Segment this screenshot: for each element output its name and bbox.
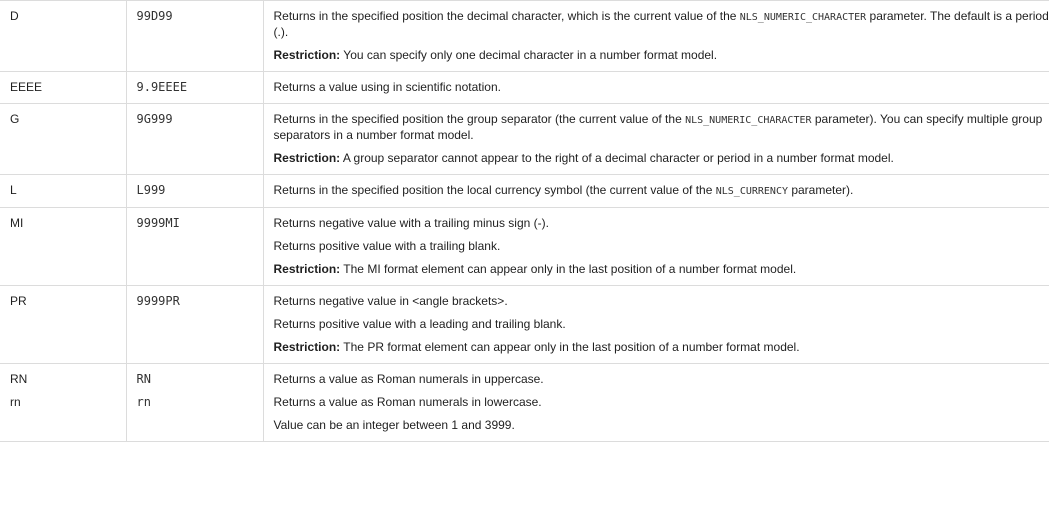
code-term: NLS_CURRENCY xyxy=(715,186,788,197)
table-row: PR 9999PR Returns negative value in <ang… xyxy=(0,285,1049,364)
example-cell: 9999PR xyxy=(125,285,263,364)
format-element-cell: G xyxy=(10,112,20,126)
description-cell: Returns a value using in scientific nota… xyxy=(262,71,1049,104)
format-element-cell: D xyxy=(10,9,19,23)
description-line: Returns negative value with a trailing m… xyxy=(273,216,549,230)
example-value: rn xyxy=(136,395,151,409)
example-cell: 99D99 xyxy=(125,0,263,72)
restriction-note: Restriction: The MI format element can a… xyxy=(273,262,797,276)
description-line: Returns positive value with a leading an… xyxy=(273,317,566,331)
restriction-note: Restriction: You can specify only one de… xyxy=(273,48,718,62)
table-row: RN rn RN rn Returns a value as Roman num… xyxy=(0,363,1049,442)
description-line: Returns in the specified position the lo… xyxy=(273,183,854,197)
description-cell: Returns in the specified position the gr… xyxy=(262,103,1049,175)
table-row: D 99D99 Returns in the specified positio… xyxy=(0,0,1049,72)
code-term: NLS_NUMERIC_CHARACTER xyxy=(685,115,812,126)
table-row: EEEE 9.9EEEE Returns a value using in sc… xyxy=(0,71,1049,104)
restriction-label: Restriction: xyxy=(273,262,341,276)
description-line: Returns a value as Roman numerals in low… xyxy=(273,395,542,409)
description-line: Returns negative value in <angle bracket… xyxy=(273,294,508,308)
example-cell: RN rn xyxy=(125,363,263,442)
description-cell: Returns negative value with a trailing m… xyxy=(262,207,1049,286)
example-cell: 9G999 xyxy=(125,103,263,175)
format-element-cell: EEEE xyxy=(10,80,43,94)
description-line: Returns a value as Roman numerals in upp… xyxy=(273,372,544,386)
format-element-cell: RN rn xyxy=(0,364,126,442)
description-line: Returns in the specified position the gr… xyxy=(273,112,1043,142)
description-line: Returns positive value with a trailing b… xyxy=(273,239,501,253)
restriction-note: Restriction: The PR format element can a… xyxy=(273,340,800,354)
description-line: Returns a value using in scientific nota… xyxy=(273,80,501,94)
description-line: Value can be an integer between 1 and 39… xyxy=(273,418,515,432)
restriction-label: Restriction: xyxy=(273,151,341,165)
format-element: RN xyxy=(10,372,28,386)
example-value: RN xyxy=(136,372,151,386)
format-element-cell: MI xyxy=(10,216,24,230)
format-element-cell: L xyxy=(10,183,17,197)
table-row: MI 9999MI Returns negative value with a … xyxy=(0,207,1049,286)
description-cell: Returns in the specified position the lo… xyxy=(262,174,1049,208)
table-row: G 9G999 Returns in the specified positio… xyxy=(0,103,1049,175)
description-line: Returns in the specified position the de… xyxy=(273,9,1049,39)
restriction-label: Restriction: xyxy=(273,340,341,354)
format-element-table: D 99D99 Returns in the specified positio… xyxy=(0,0,1049,442)
restriction-label: Restriction: xyxy=(273,48,341,62)
format-element: rn xyxy=(10,395,21,409)
code-term: NLS_NUMERIC_CHARACTER xyxy=(739,12,867,23)
example-cell: 9.9EEEE xyxy=(125,71,263,104)
table-row: L L999 Returns in the specified position… xyxy=(0,174,1049,208)
description-cell: Returns in the specified position the de… xyxy=(262,0,1049,72)
example-cell: L999 xyxy=(125,174,263,208)
description-cell: Returns a value as Roman numerals in upp… xyxy=(262,363,1049,442)
restriction-note: Restriction: A group separator cannot ap… xyxy=(273,151,894,165)
description-cell: Returns negative value in <angle bracket… xyxy=(262,285,1049,364)
format-element-cell: PR xyxy=(10,294,27,308)
example-cell: 9999MI xyxy=(125,207,263,286)
